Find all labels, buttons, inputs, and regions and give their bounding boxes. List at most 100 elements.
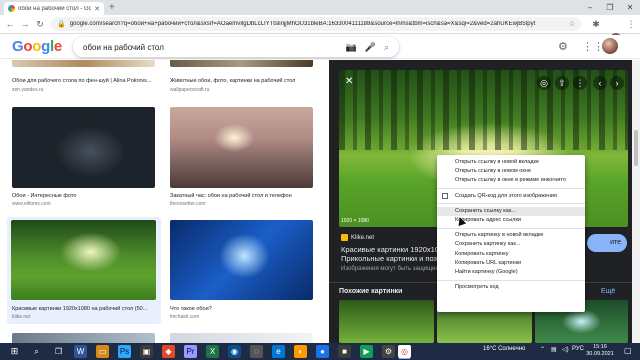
premiere-icon[interactable]: Pr <box>184 345 197 358</box>
menu-dots-icon[interactable]: ⋮ <box>625 18 637 30</box>
visit-button[interactable]: ите <box>587 234 627 252</box>
logo-letter: e <box>53 38 62 55</box>
page-scrollbar[interactable] <box>632 60 640 343</box>
tab-title: обои на рабочий стол - Googl <box>18 5 92 12</box>
result-thumbnail[interactable] <box>12 60 155 67</box>
app-dark-icon[interactable]: ■ <box>338 345 351 358</box>
app-icon[interactable]: ▣ <box>140 345 153 358</box>
file-explorer-icon[interactable]: ▭ <box>96 345 109 358</box>
menu-create-qr[interactable]: Создать QR-код для этого изображения <box>437 192 585 201</box>
image-results-grid: Обои для рабочего стола по фен-шуй | Ali… <box>0 60 330 343</box>
app-orange-icon[interactable]: ◐ <box>294 345 307 358</box>
lock-icon: 🔒 <box>57 21 66 28</box>
settings-gear-icon[interactable]: ⚙ <box>558 40 568 53</box>
result-thumbnail[interactable] <box>170 60 313 67</box>
tray-arrow-icon[interactable]: ⌃ <box>540 346 545 353</box>
more-options-icon[interactable]: ⋮ <box>573 76 587 90</box>
result-thumbnail[interactable] <box>170 107 313 188</box>
source-site[interactable]: Klike.net <box>341 234 374 241</box>
maximize-icon[interactable]: ❐ <box>600 0 620 15</box>
result-source: wallpaperscraft.ru <box>170 87 210 93</box>
edge-icon[interactable]: e <box>272 345 285 358</box>
microphone-icon[interactable]: 🎤 <box>365 42 376 53</box>
menu-separator <box>437 203 585 205</box>
see-all-link[interactable]: Ещё <box>601 288 615 295</box>
result-thumbnail[interactable] <box>170 220 313 300</box>
google-header: Google обои на рабочий стол 📷 🎤 ⌕ ⚙ ⋮⋮ <box>0 35 640 59</box>
result-source: theoosetter.com <box>170 201 206 207</box>
menu-save-image-as[interactable]: Сохранить картинку как... <box>437 240 585 249</box>
chrome-icon[interactable]: ◎ <box>398 345 411 358</box>
result-thumbnail-selected[interactable] <box>11 220 156 300</box>
result-source: klike.net <box>12 314 31 320</box>
result-caption[interactable]: Животные обои, фото, картинки на рабочий… <box>170 78 320 84</box>
result-thumbnail[interactable] <box>170 333 313 343</box>
app-circle-icon[interactable]: ● <box>316 345 329 358</box>
task-view-icon[interactable]: ❐ <box>52 345 65 358</box>
apps-grid-icon[interactable]: ⋮⋮ <box>582 40 604 53</box>
menu-open-image-new-tab[interactable]: Открыть картинку в новой вкладке <box>437 231 585 240</box>
result-caption[interactable]: Обои для рабочего стола по фен-шуй | Ali… <box>12 78 162 84</box>
camera-search-icon[interactable]: 📷 <box>346 42 357 53</box>
windows-start-icon[interactable]: ⊞ <box>8 345 21 358</box>
close-tab-icon[interactable]: ✕ <box>94 5 100 13</box>
menu-copy-image[interactable]: Копировать картинку <box>437 250 585 259</box>
menu-open-new-tab[interactable]: Открыть ссылку в новой вкладке <box>437 158 585 167</box>
weather-widget[interactable]: 16°C Солнечно <box>483 346 525 352</box>
browser-tab[interactable]: обои на рабочий стол - Googl ✕ <box>4 2 104 15</box>
result-thumbnail[interactable] <box>12 107 155 188</box>
network-icon[interactable]: ▤ <box>551 346 557 353</box>
search-query: обои на рабочий стол <box>83 42 164 52</box>
window-close-icon[interactable]: ✕ <box>620 0 640 15</box>
menu-search-image-google[interactable]: Найти картинку (Google) <box>437 268 585 277</box>
google-logo[interactable]: Google <box>12 38 62 56</box>
preview-title[interactable]: Красивые картинки 1920х1080 Прикольные к… <box>341 245 451 263</box>
similar-thumbnail[interactable] <box>339 300 434 343</box>
volume-icon[interactable]: ◁) <box>562 346 569 353</box>
share-icon[interactable]: ⇪ <box>555 76 569 90</box>
menu-open-new-window[interactable]: Открыть ссылку в новом окне <box>437 167 585 176</box>
back-icon[interactable]: ← <box>4 18 16 30</box>
result-caption[interactable]: Закатный час: обои на рабочий стол и тел… <box>170 193 325 199</box>
result-caption[interactable]: Обои - Интересные фото <box>12 193 162 199</box>
app-gray-icon[interactable]: ◌ <box>250 345 263 358</box>
lens-icon[interactable]: ◎ <box>537 76 551 90</box>
taskbar-search-icon[interactable]: ⌕ <box>30 345 43 358</box>
photoshop-icon[interactable]: Ps <box>118 345 131 358</box>
bookmark-star-icon[interactable]: ☆ <box>569 20 575 28</box>
next-image-icon[interactable]: › <box>610 76 624 90</box>
site-logo-icon <box>341 234 348 241</box>
excel-icon[interactable]: X <box>206 345 219 358</box>
search-box[interactable]: обои на рабочий стол 📷 🎤 ⌕ <box>73 37 399 57</box>
browser-toolbar: ← → ↻ 🔒 google.com/search?q=обои+на+рабо… <box>0 15 640 45</box>
search-icon[interactable]: ⌕ <box>384 42 389 53</box>
result-caption[interactable]: Что такое обои? <box>170 306 320 312</box>
close-panel-icon[interactable]: ✕ <box>345 76 353 87</box>
app-red-icon[interactable]: ◆ <box>162 345 175 358</box>
forward-icon[interactable]: → <box>19 18 31 30</box>
extensions-icon[interactable]: ✱ <box>590 18 602 30</box>
settings-icon[interactable]: ⚙ <box>382 345 395 358</box>
account-avatar[interactable] <box>602 38 618 54</box>
app-green-icon[interactable]: ▶ <box>360 345 373 358</box>
address-bar[interactable]: 🔒 google.com/search?q=обои+на+рабочий+ст… <box>51 17 581 31</box>
image-dimensions: 1920 × 1080 <box>341 218 369 224</box>
new-tab-icon[interactable]: + <box>109 2 115 13</box>
copyright-note: Изображения могут быть защищен <box>341 266 439 272</box>
taskbar-clock[interactable]: 15:16 30.09.2021 <box>583 344 617 358</box>
menu-save-link-as[interactable]: Сохранить ссылку как... <box>437 206 585 216</box>
app-blue-icon[interactable]: ◉ <box>228 345 241 358</box>
result-caption[interactable]: Красивые картинки 1920х1080 на рабочий с… <box>12 306 159 312</box>
logo-letter: G <box>12 38 24 55</box>
logo-letter: o <box>32 38 42 55</box>
menu-inspect[interactable]: Просмотреть код <box>437 283 585 292</box>
word-icon[interactable]: W <box>74 345 87 358</box>
result-thumbnail[interactable] <box>12 333 155 343</box>
reload-icon[interactable]: ↻ <box>34 18 46 30</box>
minimize-icon[interactable]: – <box>580 0 600 15</box>
menu-open-incognito[interactable]: Открыть ссылку в окне в режиме инкогнито <box>437 176 585 185</box>
notifications-icon[interactable]: ▢ <box>624 346 632 355</box>
scrollbar-thumb[interactable] <box>634 130 638 166</box>
prev-image-icon[interactable]: ‹ <box>593 76 607 90</box>
menu-copy-image-url[interactable]: Копировать URL картинки <box>437 259 585 268</box>
